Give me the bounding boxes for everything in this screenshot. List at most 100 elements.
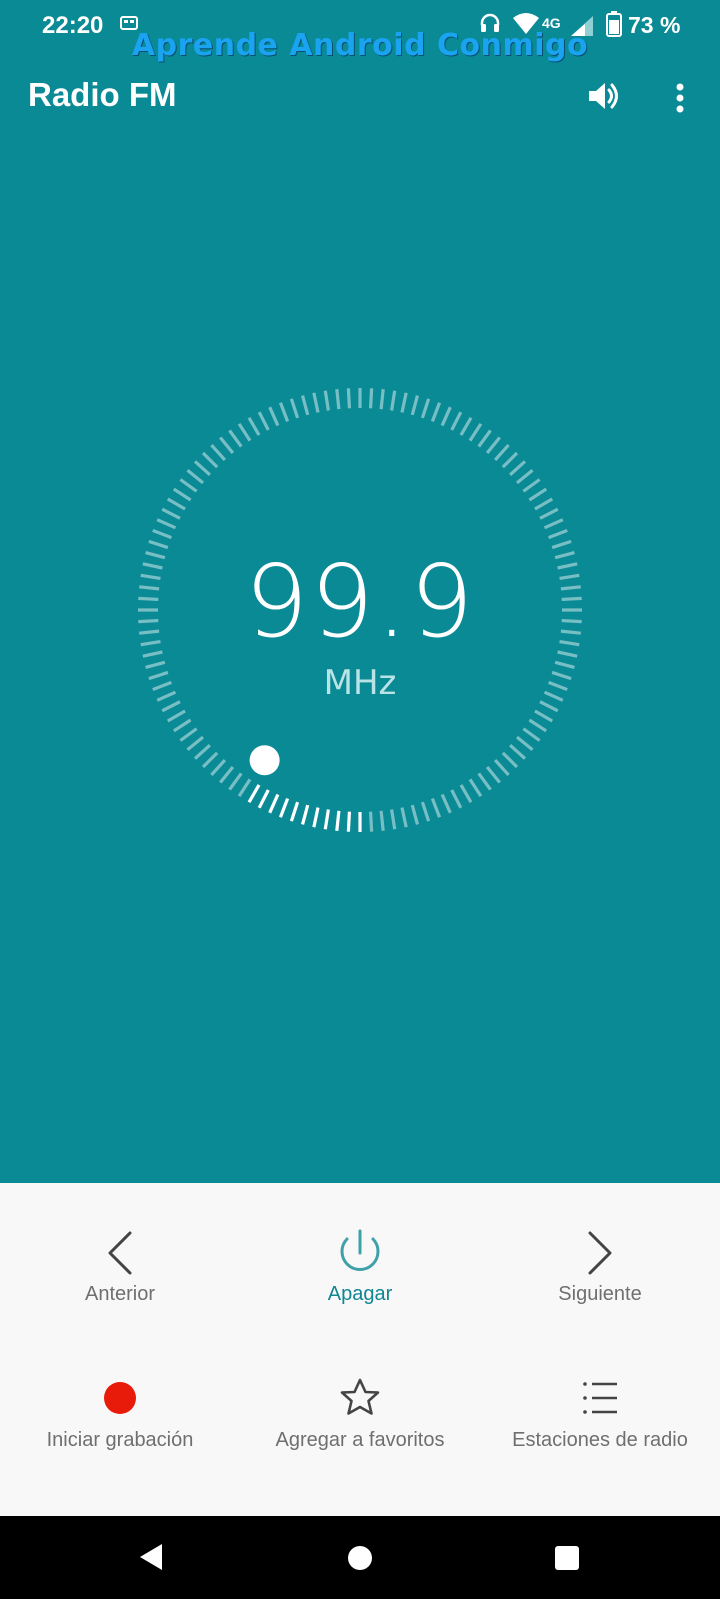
dial-tick (228, 772, 243, 791)
dial-tick (172, 718, 192, 733)
dial-tick (400, 807, 408, 828)
dial-tick (459, 416, 473, 436)
dial-tick (543, 690, 564, 702)
dial-tick (179, 478, 198, 493)
dial-tick (539, 700, 559, 713)
dial-tick (289, 398, 300, 419)
dial-tick (534, 709, 554, 723)
dial-tick (228, 429, 243, 448)
controls-panel: Anterior Apagar Siguiente Iniciar grabac… (0, 1183, 720, 1516)
power-label: Apagar (327, 1283, 393, 1305)
dial-tick (522, 478, 541, 493)
dial-tick (485, 765, 501, 784)
chevron-left-icon (108, 1231, 132, 1275)
dial-tick (300, 804, 310, 825)
home-icon[interactable] (348, 1546, 372, 1570)
dial-tick (346, 811, 352, 832)
dial-tick (148, 539, 169, 550)
dial-tick (166, 497, 186, 511)
dial-tick (534, 497, 554, 511)
dial-tick (201, 451, 219, 469)
dial-tick (430, 798, 442, 818)
dial-tick (138, 618, 159, 624)
dial-tick (557, 650, 578, 658)
stations-button[interactable]: Estaciones de radio (480, 1378, 720, 1488)
dial-tick (210, 443, 227, 461)
dial-tick (410, 395, 420, 416)
dial-tick (219, 765, 235, 784)
dial-tick (193, 743, 211, 760)
dial-tick (539, 507, 559, 520)
dial-tick (379, 810, 385, 831)
recents-icon[interactable] (555, 1546, 579, 1570)
dial-tick (268, 793, 280, 814)
dial-tick (323, 809, 330, 830)
dial-tick (501, 751, 519, 769)
dial-tick (459, 784, 473, 804)
dial-tick (440, 793, 452, 814)
dial-tick (142, 650, 163, 658)
frequency-display: 99.9 (245, 543, 476, 660)
dial-tick (289, 801, 300, 822)
dial-tick (201, 751, 219, 769)
speaker-icon[interactable] (583, 74, 627, 118)
previous-label: Anterior (84, 1283, 156, 1305)
dial-tick (193, 460, 211, 477)
dial-tick (554, 660, 575, 670)
dial-tick (139, 629, 160, 635)
favorite-label: Agregar a favoritos (275, 1429, 445, 1451)
dial-tick (551, 539, 572, 550)
dial-tick (477, 429, 492, 448)
dial-tick (548, 528, 568, 540)
dial-tick (161, 507, 181, 520)
dial-tick (210, 759, 227, 777)
dial-tick (219, 436, 235, 455)
dial-knob[interactable] (249, 745, 280, 776)
dial-tick (140, 573, 161, 580)
next-button[interactable]: Siguiente (480, 1223, 720, 1333)
navigation-bar (0, 1516, 720, 1599)
dial-tick (186, 469, 205, 485)
dial-tick (335, 810, 341, 831)
dial-tick (509, 743, 527, 760)
dial-tick (509, 460, 527, 477)
dial-tick (278, 402, 290, 422)
dial-tick (268, 406, 280, 427)
dial-tick (515, 469, 534, 485)
frequency-unit: MHz (324, 663, 397, 703)
dial-tick (278, 798, 290, 818)
tuner-dial[interactable]: 99.9 MHz (0, 380, 720, 840)
dial-tick (522, 727, 541, 742)
dial-tick (554, 550, 575, 560)
dial-tick (430, 402, 442, 422)
dial-tick (257, 411, 270, 431)
dial-tick (561, 618, 582, 624)
dial-tick (559, 573, 580, 580)
record-button[interactable]: Iniciar grabación (0, 1378, 240, 1488)
dial-tick (161, 700, 181, 713)
previous-button[interactable]: Anterior (0, 1223, 240, 1333)
dial-tick (346, 388, 352, 409)
dial-tick (152, 680, 172, 692)
dial-tick (139, 585, 160, 591)
dial-tick (179, 727, 198, 742)
dial-tick (560, 585, 581, 591)
dial-tick (138, 596, 159, 602)
dial-tick (368, 388, 374, 409)
dial-tick (468, 422, 483, 442)
more-vert-icon[interactable] (664, 76, 696, 120)
dial-tick (559, 640, 580, 647)
dial-tick (468, 778, 483, 798)
dial-tick (145, 660, 166, 670)
dial-tick (528, 718, 548, 733)
dial-tick (420, 398, 431, 419)
power-button[interactable]: Apagar (240, 1223, 480, 1333)
favorite-button[interactable]: Agregar a favoritos (240, 1378, 480, 1488)
dial-tick (557, 562, 578, 570)
dial-tick (140, 640, 161, 647)
dial-tick (156, 518, 177, 530)
dial-tick (528, 487, 548, 502)
dial-tick (477, 772, 492, 791)
back-icon[interactable] (136, 1542, 166, 1572)
dial-tick (548, 680, 568, 692)
